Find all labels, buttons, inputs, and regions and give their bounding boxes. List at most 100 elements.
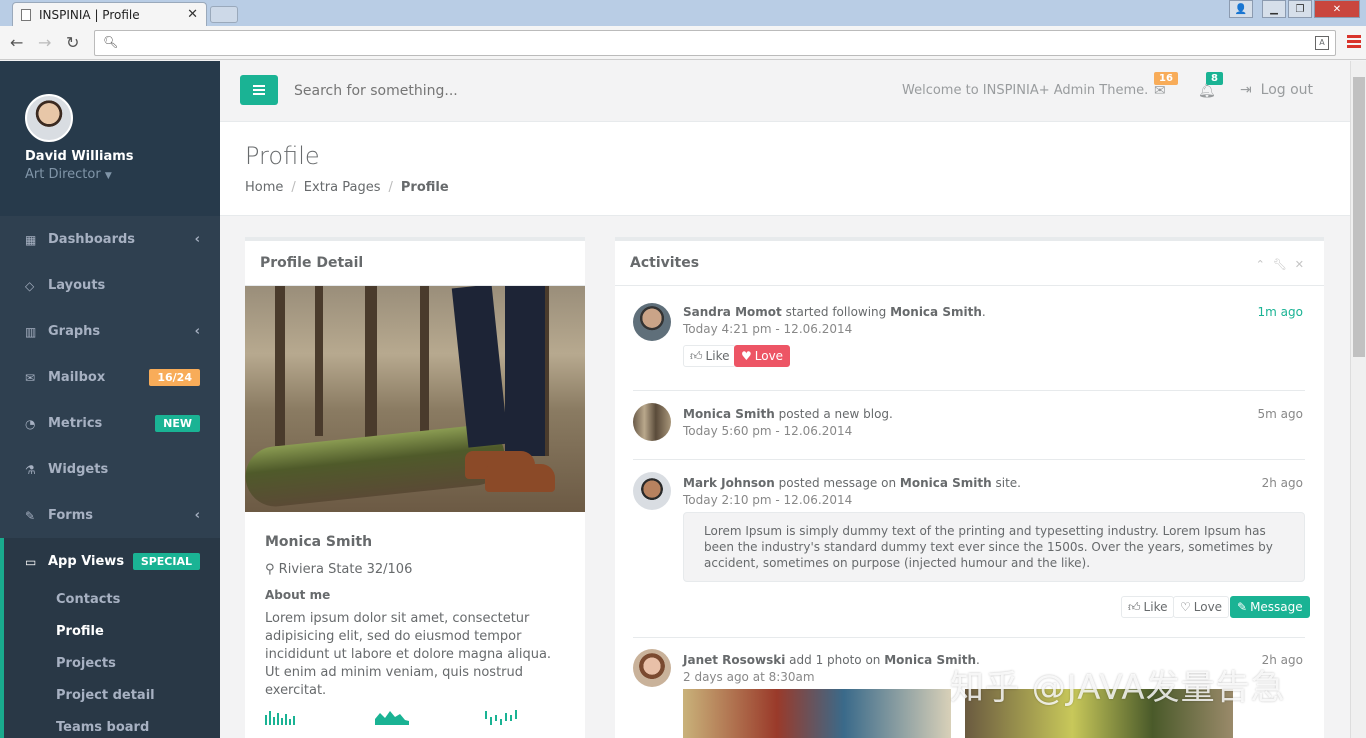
feed-time-ago: 5m ago	[1257, 407, 1303, 421]
breadcrumb-extra-pages[interactable]: Extra Pages	[304, 180, 381, 195]
sidebar-item-layouts[interactable]: ◇ Layouts	[0, 262, 220, 308]
envelope-icon[interactable]: ✉	[1154, 83, 1166, 99]
sidebar-item-label: Graphs	[48, 323, 101, 339]
heart-icon: ♥	[741, 349, 752, 363]
feed-text: Monica Smith posted a new blog.	[683, 407, 893, 421]
user-role-dropdown[interactable]: Art Director ▼	[25, 167, 112, 182]
sidebar-item-app-views[interactable]: ▭ App Views SPECIAL	[0, 538, 220, 584]
browser-tab[interactable]: INSPINIA | Profile ✕	[12, 2, 207, 26]
maximize-button[interactable]: ❐	[1288, 0, 1312, 18]
message-button[interactable]: ✎ Message	[1230, 596, 1310, 618]
top-navbar: Welcome to INSPINIA+ Admin Theme. ✉ 16 🔔…	[220, 61, 1350, 122]
address-bar[interactable]: 🔍︎ A	[94, 30, 1336, 56]
feed-actor[interactable]: Sandra Momot	[683, 305, 782, 319]
feed-date: Today 2:10 pm - 12.06.2014	[683, 493, 853, 507]
logout-link[interactable]: ⇥ Log out	[1240, 82, 1313, 98]
sidebar-subitem-projects[interactable]: Projects	[56, 656, 116, 671]
avatar[interactable]	[633, 303, 671, 341]
sidebar-profile: David Williams Art Director ▼	[0, 61, 220, 216]
bell-icon[interactable]: 🔔︎	[1198, 83, 1216, 99]
avatar[interactable]	[633, 649, 671, 687]
pencil-icon: ✎	[1237, 600, 1248, 614]
thumbs-up-icon: 👍︎	[690, 348, 703, 363]
search-input[interactable]	[294, 81, 594, 101]
close-window-button[interactable]: ✕	[1314, 0, 1360, 18]
like-button[interactable]: 👍︎ Like	[1121, 596, 1175, 618]
tab-close-icon[interactable]: ✕	[187, 7, 198, 22]
sidebar-item-graphs[interactable]: ▥ Graphs ‹	[0, 308, 220, 354]
avatar[interactable]	[25, 94, 73, 142]
breadcrumb-separator: /	[388, 180, 393, 195]
page-icon	[21, 8, 31, 21]
sidebar-subitem-profile[interactable]: Profile	[56, 624, 104, 639]
reload-icon[interactable]: ↻	[66, 33, 79, 52]
feed-actor[interactable]: Monica Smith	[683, 407, 775, 421]
sidebar-subitem-contacts[interactable]: Contacts	[56, 592, 120, 607]
metrics-badge: NEW	[155, 414, 200, 432]
thumbs-up-icon: 👍︎	[1128, 599, 1141, 614]
browser-menu-icon[interactable]	[1347, 35, 1361, 49]
feed-tail: .	[981, 305, 986, 319]
menu-toggle-button[interactable]	[240, 75, 278, 105]
like-label: Like	[1143, 600, 1168, 614]
sidebar-item-forms[interactable]: ✎ Forms ‹	[0, 492, 220, 538]
forward-icon[interactable]: →	[38, 33, 51, 52]
avatar[interactable]	[633, 403, 671, 441]
sidebar-item-label: Mailbox	[48, 369, 106, 385]
avatar[interactable]	[633, 472, 671, 510]
love-button[interactable]: ♥ Love	[734, 345, 791, 367]
profile-photo	[245, 286, 585, 512]
scrollbar-thumb[interactable]	[1353, 77, 1365, 357]
back-icon[interactable]: ←	[10, 33, 23, 52]
mailbox-badge: 16/24	[149, 368, 200, 386]
user-role: Art Director	[25, 167, 101, 182]
sidebar-item-dashboards[interactable]: ▦ Dashboards ‹	[0, 216, 220, 262]
profile-address: ⚲ Riviera State 32/106	[265, 562, 412, 577]
panel-title: Profile Detail	[245, 241, 585, 286]
message-label: Message	[1250, 600, 1303, 614]
chevron-left-icon: ‹	[194, 231, 200, 247]
feed-actor[interactable]: Mark Johnson	[683, 476, 775, 490]
map-marker-icon: ⚲	[265, 562, 275, 577]
breadcrumb-current: Profile	[400, 180, 449, 195]
breadcrumb-separator: /	[291, 180, 296, 195]
page-scrollbar[interactable]	[1350, 61, 1366, 738]
close-icon[interactable]: ✕	[1295, 258, 1304, 271]
wrench-icon[interactable]: 🔧︎	[1273, 258, 1287, 271]
translate-icon[interactable]: A	[1315, 36, 1329, 50]
message-quote: Lorem Ipsum is simply dummy text of the …	[683, 512, 1305, 582]
feed-action: started following	[781, 305, 891, 319]
love-button[interactable]: ♡ Love	[1173, 596, 1230, 618]
panel-tools: ⌃ 🔧︎ ✕	[1256, 258, 1304, 271]
sidebar-item-label: Widgets	[48, 461, 109, 477]
envelope-icon: ✉	[25, 371, 36, 385]
diamond-icon: ◇	[25, 279, 35, 293]
panel-title: Activites	[615, 241, 1324, 286]
feed-target[interactable]: Monica Smith	[900, 476, 992, 490]
breadcrumb: Home / Extra Pages / Profile	[245, 180, 449, 195]
feed-actor[interactable]: Janet Rosowski	[683, 653, 785, 667]
feed-date: Today 5:60 pm - 12.06.2014	[683, 424, 853, 438]
breadcrumb-home[interactable]: Home	[245, 180, 283, 195]
browser-toolbar: ← → ↻ 🔍︎ A	[0, 26, 1366, 60]
sidebar-item-widgets[interactable]: ⚗ Widgets	[0, 446, 220, 492]
like-button[interactable]: 👍︎ Like	[683, 345, 737, 367]
heart-outline-icon: ♡	[1180, 600, 1191, 614]
new-tab-button[interactable]	[210, 6, 238, 23]
flask-icon: ⚗	[25, 463, 36, 477]
feed-date: 2 days ago at 8:30am	[683, 670, 815, 684]
welcome-text: Welcome to INSPINIA+ Admin Theme.	[902, 83, 1149, 98]
sidebar-item-mailbox[interactable]: ✉ Mailbox 16/24	[0, 354, 220, 400]
sidebar-item-metrics[interactable]: ◔ Metrics NEW	[0, 400, 220, 446]
browser-tab-strip: INSPINIA | Profile ✕ 👤 ▁ ❐ ✕	[0, 0, 1366, 26]
mail-count-badge: 16	[1154, 72, 1178, 85]
photo-thumbnail[interactable]	[683, 689, 951, 738]
sidebar-item-label: Metrics	[48, 415, 103, 431]
sidebar-subitem-project-detail[interactable]: Project detail	[56, 688, 155, 703]
collapse-icon[interactable]: ⌃	[1256, 258, 1265, 271]
sidebar-subitem-teams-board[interactable]: Teams board	[56, 720, 149, 735]
feed-text: Sandra Momot started following Monica Sm…	[683, 305, 986, 319]
feed-target[interactable]: Monica Smith	[890, 305, 982, 319]
user-icon[interactable]: 👤	[1229, 0, 1253, 18]
minimize-button[interactable]: ▁	[1262, 0, 1286, 18]
